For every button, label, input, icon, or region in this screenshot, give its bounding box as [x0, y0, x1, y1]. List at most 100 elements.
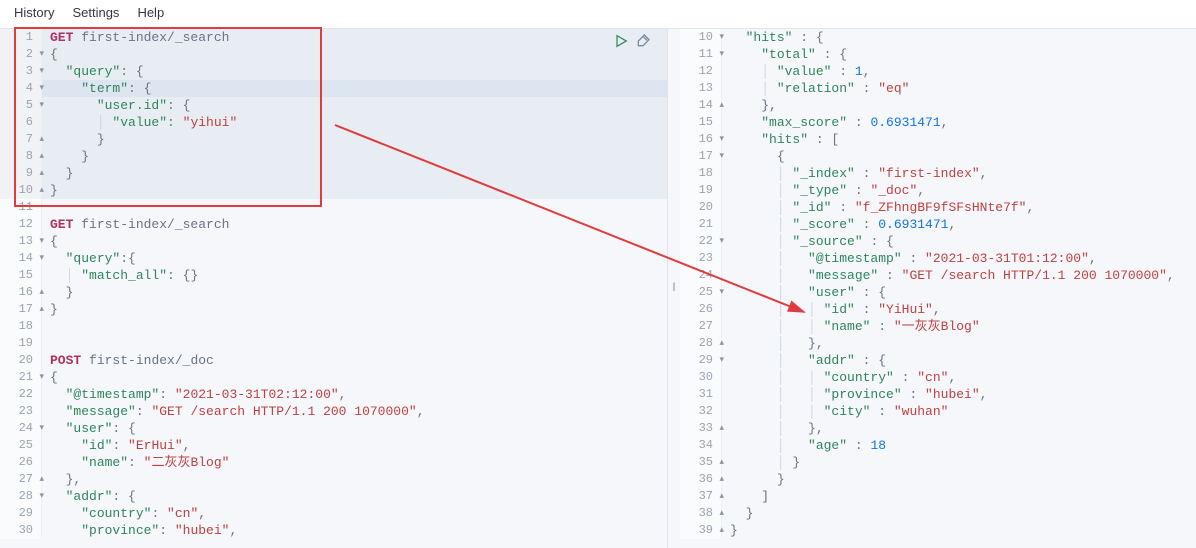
code-content[interactable]: │ "message" : "GET /search HTTP/1.1 200 … — [722, 267, 1196, 284]
response-line[interactable]: 13 │ "relation" : "eq" — [680, 80, 1196, 97]
code-content[interactable]: "addr": { — [42, 488, 667, 505]
code-content[interactable]: } — [722, 505, 1196, 522]
fold-toggle-icon[interactable]: ▴ — [716, 524, 724, 532]
request-line[interactable]: 11 — [0, 199, 667, 216]
fold-toggle-icon[interactable]: ▾ — [716, 235, 724, 243]
response-line[interactable]: 30 │ │ "country" : "cn", — [680, 369, 1196, 386]
response-line[interactable]: 17▾ { — [680, 148, 1196, 165]
fold-toggle-icon[interactable]: ▾ — [36, 65, 44, 73]
code-content[interactable]: GET first-index/_search — [42, 29, 667, 46]
fold-toggle-icon[interactable]: ▴ — [36, 286, 44, 294]
request-line[interactable]: 22 "@timestamp": "2021-03-31T02:12:00", — [0, 386, 667, 403]
request-line[interactable]: 1GET first-index/_search — [0, 29, 667, 46]
response-line[interactable]: 26 │ │ "id" : "YiHui", — [680, 301, 1196, 318]
fold-toggle-icon[interactable]: ▾ — [36, 99, 44, 107]
request-line[interactable]: 23 "message": "GET /search HTTP/1.1 200 … — [0, 403, 667, 420]
response-line[interactable]: 12 │ "value" : 1, — [680, 63, 1196, 80]
fold-toggle-icon[interactable]: ▾ — [36, 48, 44, 56]
request-line[interactable]: 15 │ "match_all": {} — [0, 267, 667, 284]
response-line[interactable]: 22▾ │ "_source" : { — [680, 233, 1196, 250]
code-content[interactable]: "message": "GET /search HTTP/1.1 200 107… — [42, 403, 667, 420]
request-line[interactable]: 2▾{ — [0, 46, 667, 63]
fold-toggle-icon[interactable]: ▴ — [716, 99, 724, 107]
code-content[interactable]: "province": "hubei", — [42, 522, 667, 539]
code-content[interactable]: │ }, — [722, 335, 1196, 352]
code-content[interactable]: │ │ "city" : "wuhan" — [722, 403, 1196, 420]
response-line[interactable]: 14▴ }, — [680, 97, 1196, 114]
request-line[interactable]: 24▾ "user": { — [0, 420, 667, 437]
code-content[interactable]: { — [42, 233, 667, 250]
request-line[interactable]: 4▾ "term": { — [0, 80, 667, 97]
code-content[interactable]: { — [42, 46, 667, 63]
request-editor[interactable]: 1GET first-index/_search2▾{3▾ "query": {… — [0, 29, 667, 548]
request-line[interactable]: 28▾ "addr": { — [0, 488, 667, 505]
code-content[interactable]: "country": "cn", — [42, 505, 667, 522]
menu-help[interactable]: Help — [137, 4, 164, 22]
code-content[interactable]: "term": { — [42, 80, 667, 97]
code-content[interactable]: │ "@timestamp" : "2021-03-31T01:12:00", — [722, 250, 1196, 267]
request-line[interactable]: 18 — [0, 318, 667, 335]
fold-toggle-icon[interactable]: ▾ — [36, 422, 44, 430]
code-content[interactable]: } — [722, 471, 1196, 488]
code-content[interactable]: ] — [722, 488, 1196, 505]
code-content[interactable]: │ │ "province" : "hubei", — [722, 386, 1196, 403]
code-content[interactable]: │ "_type" : "_doc", — [722, 182, 1196, 199]
code-content[interactable]: "total" : { — [722, 46, 1196, 63]
code-content[interactable]: } — [42, 301, 667, 318]
fold-toggle-icon[interactable]: ▾ — [36, 235, 44, 243]
fold-toggle-icon[interactable]: ▴ — [36, 473, 44, 481]
code-content[interactable]: "name": "二灰灰Blog" — [42, 454, 667, 471]
response-line[interactable]: 20 │ "_id" : "f_ZFhngBF9fSFsHNte7f", — [680, 199, 1196, 216]
code-content[interactable]: │ "_id" : "f_ZFhngBF9fSFsHNte7f", — [722, 199, 1196, 216]
code-content[interactable]: "query": { — [42, 63, 667, 80]
fold-toggle-icon[interactable]: ▴ — [716, 507, 724, 515]
request-line[interactable]: 26 "name": "二灰灰Blog" — [0, 454, 667, 471]
code-content[interactable] — [42, 199, 667, 216]
response-line[interactable]: 27 │ │ "name" : "一灰灰Blog" — [680, 318, 1196, 335]
run-request-icon[interactable] — [613, 33, 629, 55]
fold-toggle-icon[interactable]: ▴ — [716, 490, 724, 498]
fold-toggle-icon[interactable]: ▴ — [36, 303, 44, 311]
code-content[interactable]: { — [722, 148, 1196, 165]
fold-toggle-icon[interactable]: ▾ — [36, 371, 44, 379]
code-content[interactable]: │ │ "id" : "YiHui", — [722, 301, 1196, 318]
request-line[interactable]: 3▾ "query": { — [0, 63, 667, 80]
response-line[interactable]: 21 │ "_score" : 0.6931471, — [680, 216, 1196, 233]
code-content[interactable]: } — [42, 165, 667, 182]
fold-toggle-icon[interactable]: ▾ — [36, 490, 44, 498]
response-line[interactable]: 39▴} — [680, 522, 1196, 539]
response-line[interactable]: 24 │ "message" : "GET /search HTTP/1.1 2… — [680, 267, 1196, 284]
response-line[interactable]: 15 "max_score" : 0.6931471, — [680, 114, 1196, 131]
request-line[interactable]: 30 "province": "hubei", — [0, 522, 667, 539]
code-content[interactable]: │ "_index" : "first-index", — [722, 165, 1196, 182]
code-content[interactable]: "id": "ErHui", — [42, 437, 667, 454]
response-line[interactable]: 31 │ │ "province" : "hubei", — [680, 386, 1196, 403]
request-line[interactable]: 25 "id": "ErHui", — [0, 437, 667, 454]
response-line[interactable]: 33▴ │ }, — [680, 420, 1196, 437]
code-content[interactable]: GET first-index/_search — [42, 216, 667, 233]
response-line[interactable]: 28▴ │ }, — [680, 335, 1196, 352]
fold-toggle-icon[interactable]: ▾ — [36, 252, 44, 260]
response-line[interactable]: 18 │ "_index" : "first-index", — [680, 165, 1196, 182]
code-content[interactable]: │ "match_all": {} — [42, 267, 667, 284]
code-content[interactable]: │ "value": "yihui" — [42, 114, 667, 131]
response-viewer[interactable]: 10▾ "hits" : {11▾ "total" : {12 │ "value… — [680, 29, 1196, 548]
code-content[interactable]: "user": { — [42, 420, 667, 437]
code-content[interactable]: │ "addr" : { — [722, 352, 1196, 369]
code-content[interactable]: │ "_score" : 0.6931471, — [722, 216, 1196, 233]
code-content[interactable]: "user.id": { — [42, 97, 667, 114]
request-line[interactable]: 5▾ "user.id": { — [0, 97, 667, 114]
fold-toggle-icon[interactable]: ▴ — [716, 473, 724, 481]
request-line[interactable]: 29 "country": "cn", — [0, 505, 667, 522]
code-content[interactable]: │ "user" : { — [722, 284, 1196, 301]
request-line[interactable]: 7▴ } — [0, 131, 667, 148]
fold-toggle-icon[interactable]: ▾ — [716, 133, 724, 141]
code-content[interactable]: │ "_source" : { — [722, 233, 1196, 250]
auto-indent-icon[interactable] — [635, 33, 651, 55]
response-line[interactable]: 36▴ } — [680, 471, 1196, 488]
response-line[interactable]: 32 │ │ "city" : "wuhan" — [680, 403, 1196, 420]
request-line[interactable]: 12GET first-index/_search — [0, 216, 667, 233]
fold-toggle-icon[interactable]: ▾ — [716, 354, 724, 362]
code-content[interactable]: } — [722, 522, 1196, 539]
code-content[interactable]: } — [42, 148, 667, 165]
